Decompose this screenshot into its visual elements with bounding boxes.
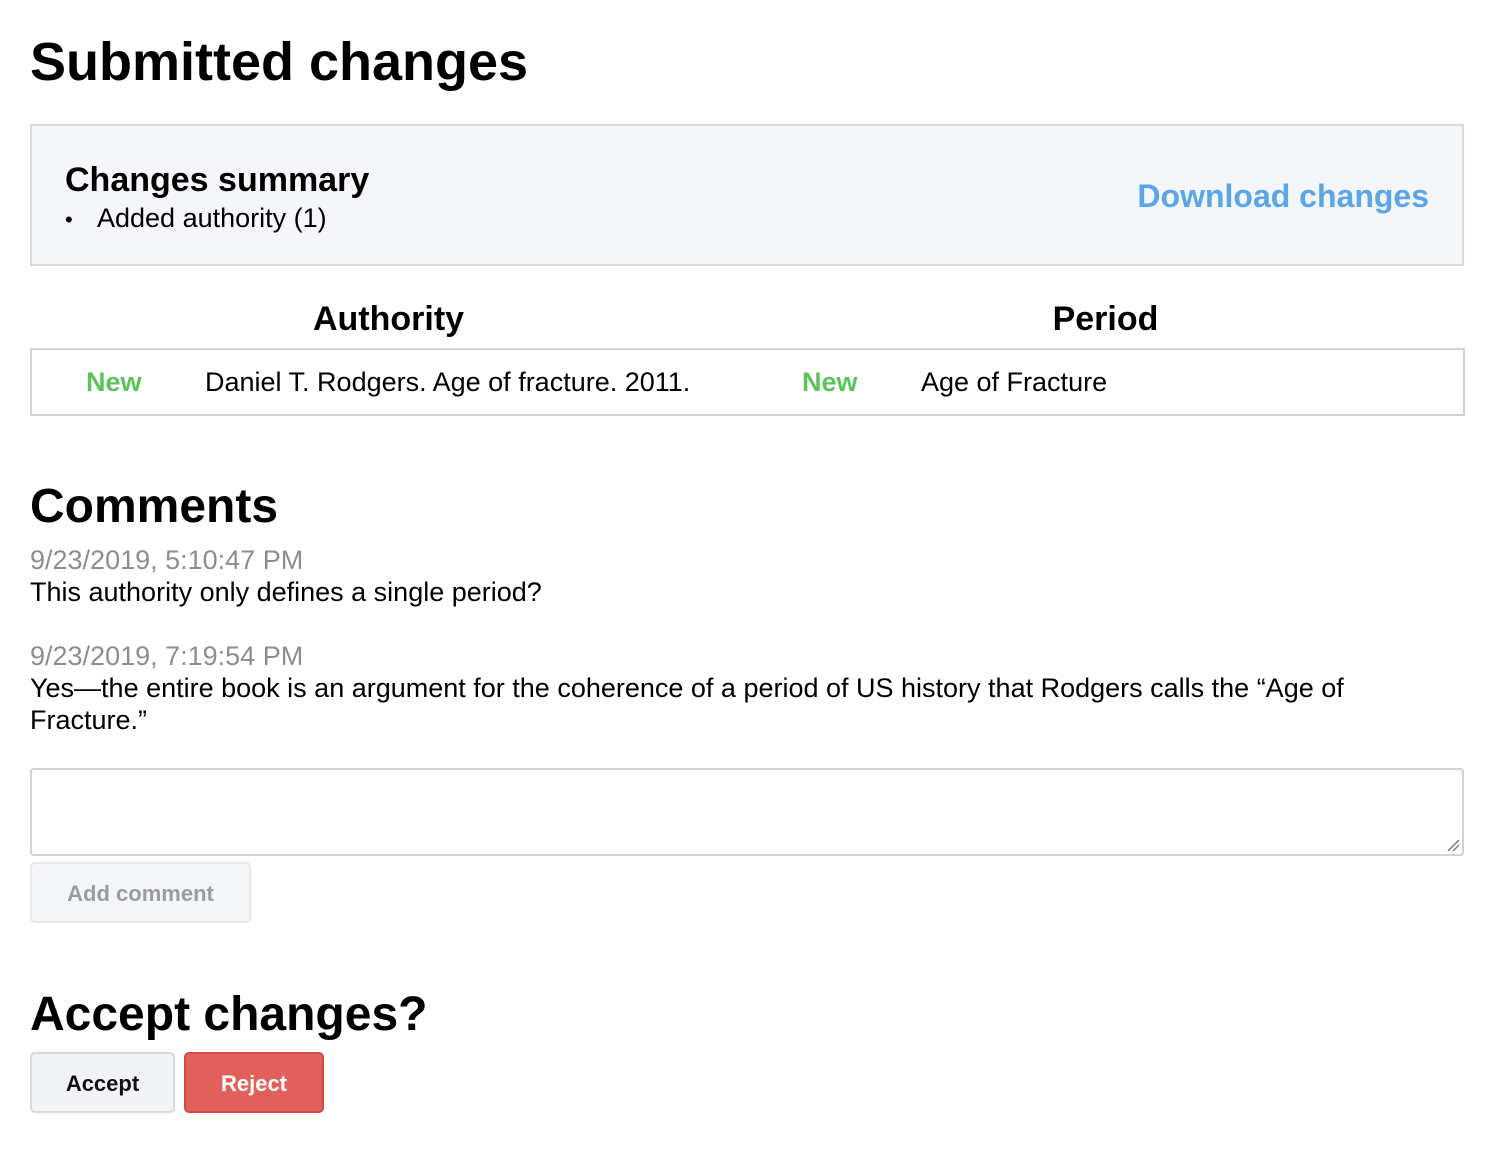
reject-button[interactable]: Reject [184,1052,324,1113]
comment-textarea[interactable] [30,768,1464,856]
period-status-badge: New [802,367,858,397]
authority-status-badge: New [86,367,142,397]
authority-value: Daniel T. Rodgers. Age of fracture. 2011… [205,367,691,397]
table-row: New Daniel T. Rodgers. Age of fracture. … [30,348,1465,416]
comment-item: 9/23/2019, 7:19:54 PM Yes—the entire boo… [30,640,1464,736]
comment-item: 9/23/2019, 5:10:47 PM This authority onl… [30,544,1464,608]
column-header-authority: Authority [312,300,465,338]
add-comment-button[interactable]: Add comment [30,862,251,923]
changes-summary-list: • Added authority (1) [65,202,327,236]
accept-button[interactable]: Accept [30,1052,175,1113]
changes-summary-panel: Changes summary • Added authority (1) Dow… [30,124,1464,266]
page-title: Submitted changes [30,32,529,92]
changes-summary-item-label: Added authority (1) [97,203,327,233]
download-changes-link[interactable]: Download changes [1137,176,1429,216]
comments-heading: Comments [30,480,279,533]
comment-timestamp: 9/23/2019, 5:10:47 PM [30,545,304,575]
resize-handle-icon[interactable] [1446,838,1460,852]
comment-text: This authority only defines a single per… [30,577,542,607]
column-header-period: Period [1052,300,1159,338]
comment-timestamp: 9/23/2019, 7:19:54 PM [30,641,304,671]
accept-changes-heading: Accept changes? [30,988,428,1041]
bullet-icon: • [65,207,73,232]
changes-summary-title: Changes summary [65,161,370,199]
period-value: Age of Fracture [921,367,1108,397]
changes-summary-item: • Added authority (1) [65,202,327,236]
comment-text: Yes—the entire book is an argument for t… [30,673,1344,735]
